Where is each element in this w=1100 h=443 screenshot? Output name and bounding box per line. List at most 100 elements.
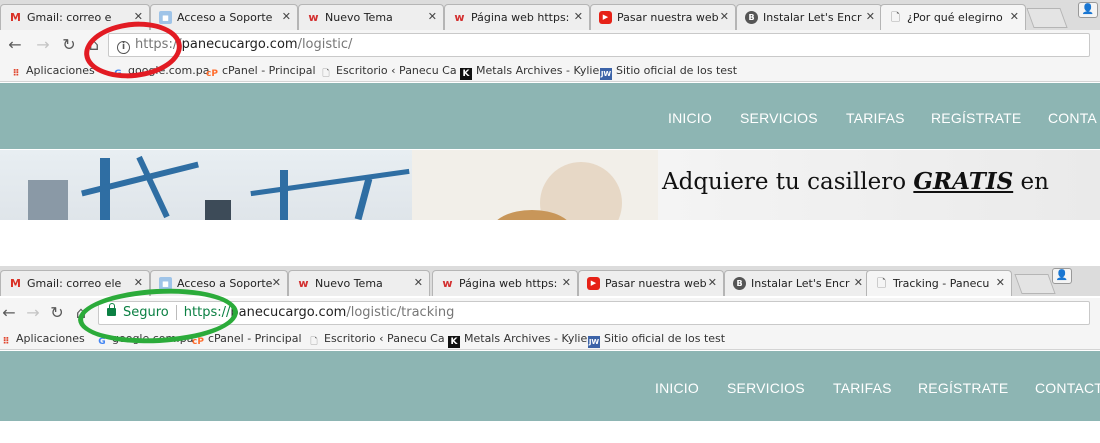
profile-icon[interactable]: 👤 [1078, 2, 1098, 18]
profile-icon[interactable]: 👤 [1052, 268, 1072, 284]
bookmark-label: Metals Archives - Kylie [476, 64, 600, 77]
nav-registrate[interactable]: REGÍSTRATE [931, 110, 1021, 126]
youtube-icon: ▶ [599, 11, 612, 24]
bookmark-label: cPanel - Principal [208, 332, 302, 345]
tab-por-que-elegirnos[interactable]: 🗋 ¿Por qué elegirno ✕ [880, 4, 1026, 30]
close-icon[interactable]: ✕ [1010, 10, 1019, 23]
tab-title: Instalar Let's Encr [751, 277, 850, 290]
page-icon: 🗋 [310, 337, 318, 347]
k-favicon-icon: K [460, 68, 472, 80]
nav-servicios[interactable]: SERVICIOS [727, 380, 805, 396]
bookmark-label: Escritorio ‹ Panecu Ca [324, 332, 445, 345]
youtube-icon: ▶ [587, 277, 600, 290]
tab-title: Página web https: [471, 11, 570, 24]
gmail-icon: M [10, 11, 21, 24]
b-favicon-icon: B [745, 11, 758, 24]
close-icon[interactable]: ✕ [428, 10, 437, 23]
page-body [0, 421, 1100, 443]
bookmark-escritorio[interactable]: 🗋 Escritorio ‹ Panecu Ca [320, 63, 457, 80]
close-icon[interactable]: ✕ [134, 276, 143, 289]
tab-nuevo-tema[interactable]: w Nuevo Tema ✕ [298, 4, 444, 30]
tab-nuevo-tema[interactable]: w Nuevo Tema ✕ [288, 270, 430, 296]
nav-contacto[interactable]: CONTA [1048, 110, 1097, 126]
close-icon[interactable]: ✕ [562, 276, 571, 289]
jw-favicon-icon: JW [600, 68, 612, 80]
tab-pasar-web[interactable]: ▶ Pasar nuestra web ✕ [590, 4, 736, 30]
close-icon[interactable]: ✕ [720, 10, 729, 23]
nav-contacto[interactable]: CONTACT [1035, 380, 1100, 396]
forward-button[interactable]: → [24, 304, 42, 322]
close-icon[interactable]: ✕ [272, 276, 281, 289]
bookmark-label: cPanel - Principal [222, 64, 316, 77]
url-host: panecucargo.com [230, 305, 347, 320]
url-host: panecucargo.com [181, 37, 298, 52]
tab-acceso-soporte[interactable]: ▪ Acceso a Soporte ✕ [150, 4, 298, 30]
close-icon[interactable]: ✕ [996, 276, 1005, 289]
back-button[interactable]: ← [6, 36, 24, 54]
screenshot-secure: M Gmail: correo ele ✕ ▪ Acceso a Soporte… [0, 266, 1100, 443]
back-button[interactable]: ← [0, 304, 18, 322]
address-bar[interactable]: i https://panecucargo.com/logistic/ [108, 33, 1090, 57]
tab-lets-encrypt[interactable]: B Instalar Let's Encr ✕ [736, 4, 882, 30]
close-icon[interactable]: ✕ [708, 276, 717, 289]
bookmark-metals-archives[interactable]: K Metals Archives - Kylie [460, 63, 599, 80]
nav-tarifas[interactable]: TARIFAS [846, 110, 905, 126]
tab-title: Instalar Let's Encr [763, 11, 862, 24]
k-favicon-icon: K [448, 336, 460, 348]
nav-registrate[interactable]: REGÍSTRATE [918, 380, 1008, 396]
new-tab-button[interactable] [1014, 274, 1056, 294]
new-tab-button[interactable] [1026, 8, 1068, 28]
tab-title: Acceso a Soporte [177, 11, 273, 24]
close-icon[interactable]: ✕ [854, 276, 863, 289]
reload-button[interactable]: ↻ [48, 304, 66, 322]
nav-tarifas[interactable]: TARIFAS [833, 380, 892, 396]
generic-favicon-icon: ▪ [159, 11, 172, 24]
nav-inicio[interactable]: INICIO [668, 110, 712, 126]
close-icon[interactable]: ✕ [574, 10, 583, 23]
apps-grid-icon: ⠿ [12, 69, 20, 79]
bookmark-apps[interactable]: ⠿ Aplicaciones [10, 63, 95, 80]
hero-text-post: en [1013, 169, 1049, 195]
page-icon: 🗋 [322, 69, 330, 79]
w-favicon-icon: w [442, 277, 453, 290]
bookmark-label: Aplicaciones [26, 64, 95, 77]
tab-tracking[interactable]: 🗋 Tracking - Panecu ✕ [866, 270, 1012, 296]
screenshot-insecure: M Gmail: correo e ✕ ▪ Acceso a Soporte ✕… [0, 0, 1100, 220]
nav-inicio[interactable]: INICIO [655, 380, 699, 396]
reload-button[interactable]: ↻ [60, 36, 78, 54]
tab-pagina-web[interactable]: w Página web https: ✕ [432, 270, 578, 296]
hero-text-emphasis: GRATIS [913, 168, 1014, 195]
tab-pagina-web[interactable]: w Página web https: ✕ [444, 4, 590, 30]
bookmark-sitio-oficial[interactable]: JW Sitio oficial de los test [588, 331, 725, 348]
bookmark-apps[interactable]: ⠿ Aplicaciones [0, 331, 84, 348]
tab-title: Pasar nuestra web [605, 277, 707, 290]
b-favicon-icon: B [733, 277, 746, 290]
url-path: /logistic/tracking [346, 305, 455, 320]
gmail-icon: M [10, 277, 21, 290]
nav-servicios[interactable]: SERVICIOS [740, 110, 818, 126]
close-icon[interactable]: ✕ [282, 10, 291, 23]
bookmark-label: Sitio oficial de los test [604, 332, 726, 345]
hero-banner: Adquiere tu casillero GRATIS en [0, 150, 1100, 220]
jw-favicon-icon: JW [588, 336, 600, 348]
close-icon[interactable]: ✕ [866, 10, 875, 23]
page-icon: 🗋 [877, 277, 886, 290]
close-icon[interactable]: ✕ [414, 276, 423, 289]
address-bar[interactable]: Seguro https://panecucargo.com/logistic/t… [98, 301, 1090, 325]
bookmark-label: Escritorio ‹ Panecu Ca [336, 64, 457, 77]
bookmark-label: Sitio oficial de los test [616, 64, 738, 77]
truck-image [412, 150, 658, 220]
bookmark-escritorio[interactable]: 🗋 Escritorio ‹ Panecu Ca [308, 331, 445, 348]
tab-lets-encrypt[interactable]: B Instalar Let's Encr ✕ [724, 270, 870, 296]
tab-title: Nuevo Tema [315, 277, 383, 290]
bookmark-cpanel[interactable]: cP cPanel - Principal [206, 63, 316, 80]
tab-title: Página web https: [459, 277, 558, 290]
tab-pasar-web[interactable]: ▶ Pasar nuestra web ✕ [578, 270, 724, 296]
tab-title: Tracking - Panecu [893, 277, 990, 290]
w-favicon-icon: w [308, 11, 319, 24]
bookmark-metals-archives[interactable]: K Metals Archives - Kylie [448, 331, 587, 348]
page-icon: 🗋 [891, 11, 900, 24]
site-navbar: INICIO SERVICIOS TARIFAS REGÍSTRATE CONT… [0, 83, 1100, 149]
forward-button[interactable]: → [34, 36, 52, 54]
bookmark-sitio-oficial[interactable]: JW Sitio oficial de los test [600, 63, 737, 80]
